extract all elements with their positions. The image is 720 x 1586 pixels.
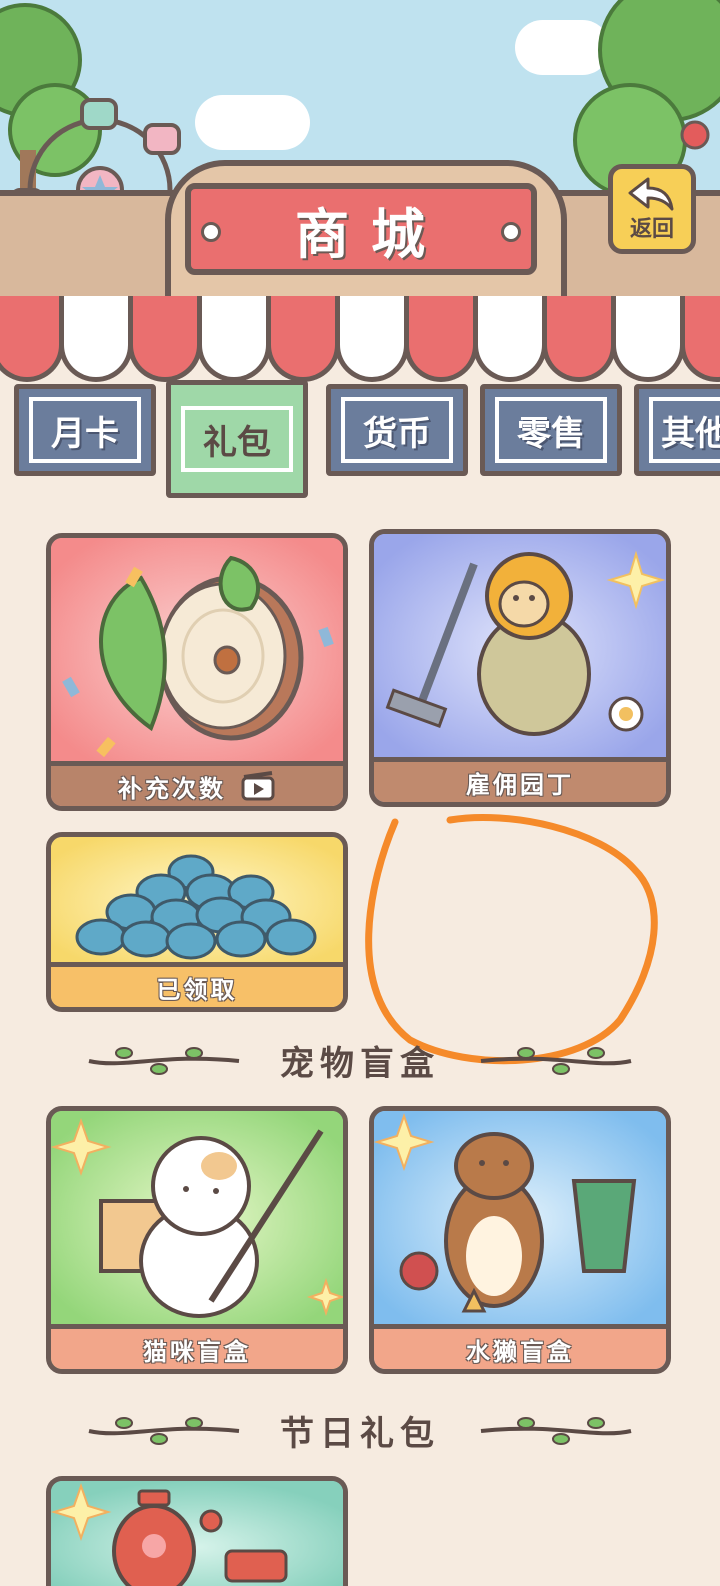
festival-pack-art: [51, 1481, 343, 1586]
awning-stripe: [266, 296, 340, 382]
tab-label: 零售: [517, 413, 585, 454]
tab-retail[interactable]: 零售: [480, 384, 622, 476]
awning-stripe: [335, 296, 409, 382]
back-arrow-icon: [628, 177, 674, 211]
card-label: 雇佣园丁: [466, 770, 574, 799]
awning-stripe: [404, 296, 478, 382]
festival-pack-card[interactable]: [46, 1476, 348, 1586]
card-label-bar: 补充次数: [51, 761, 343, 806]
vine-decoration-icon: [88, 1416, 240, 1445]
tab-currency[interactable]: 货币: [326, 384, 468, 476]
tab-label: 礼包: [203, 422, 271, 463]
page-title-sign: 商城: [185, 183, 537, 275]
otter-blind-box-art: [374, 1111, 666, 1329]
card-label: 已领取: [156, 975, 238, 1004]
cloud: [195, 95, 310, 150]
cat-blind-box-art: [51, 1111, 343, 1329]
back-label: 返回: [629, 217, 674, 242]
back-button[interactable]: 返回: [608, 164, 696, 254]
tab-label: 货币: [363, 413, 431, 454]
awning-stripe: [59, 296, 133, 382]
tab-label: 月卡: [51, 413, 119, 454]
awning-stripe: [542, 296, 616, 382]
vine-decoration-icon: [480, 1046, 632, 1075]
card-label-bar: 已领取: [51, 962, 343, 1007]
awning-stripe: [680, 296, 720, 382]
awning-stripe: [473, 296, 547, 382]
rivet-icon: [201, 222, 221, 242]
awning-stripe: [0, 296, 64, 382]
claimed-art: [51, 837, 343, 967]
tab-gift-packs[interactable]: 礼包: [166, 380, 308, 498]
card-label-bar: 雇佣园丁: [374, 757, 666, 802]
otter-blind-box-card[interactable]: 水獭盲盒: [369, 1106, 671, 1374]
section-title: 节日礼包: [280, 1414, 440, 1454]
claimed-gift-card[interactable]: 已领取: [46, 832, 348, 1012]
section-header-festival-packs: 节日礼包: [0, 1406, 720, 1455]
tab-monthly-card[interactable]: 月卡: [14, 384, 156, 476]
refill-count-card[interactable]: 补充次数: [46, 533, 348, 811]
cat-blind-box-card[interactable]: 猫咪盲盒: [46, 1106, 348, 1374]
awning-stripe: [611, 296, 685, 382]
page-title: 商城: [295, 201, 447, 266]
section-header-pet-blind-box: 宠物盲盒: [0, 1036, 720, 1085]
hire-gardener-card[interactable]: 雇佣园丁: [369, 529, 671, 807]
card-label: 补充次数: [118, 774, 226, 803]
awning: [0, 296, 720, 390]
tab-label: 其他: [661, 413, 720, 454]
gardener-art: [374, 534, 666, 762]
refill-art: [51, 538, 343, 766]
section-title: 宠物盲盒: [280, 1044, 440, 1084]
vine-decoration-icon: [88, 1046, 240, 1075]
card-label: 猫咪盲盒: [143, 1337, 251, 1366]
card-label-bar: 水獭盲盒: [374, 1324, 666, 1369]
vine-decoration-icon: [480, 1416, 632, 1445]
video-ad-icon: [241, 771, 275, 801]
awning-stripe: [197, 296, 271, 382]
card-label-bar: 猫咪盲盒: [51, 1324, 343, 1369]
awning-stripe: [128, 296, 202, 382]
tab-other[interactable]: 其他: [634, 384, 720, 476]
card-label: 水獭盲盒: [466, 1337, 574, 1366]
rivet-icon: [501, 222, 521, 242]
